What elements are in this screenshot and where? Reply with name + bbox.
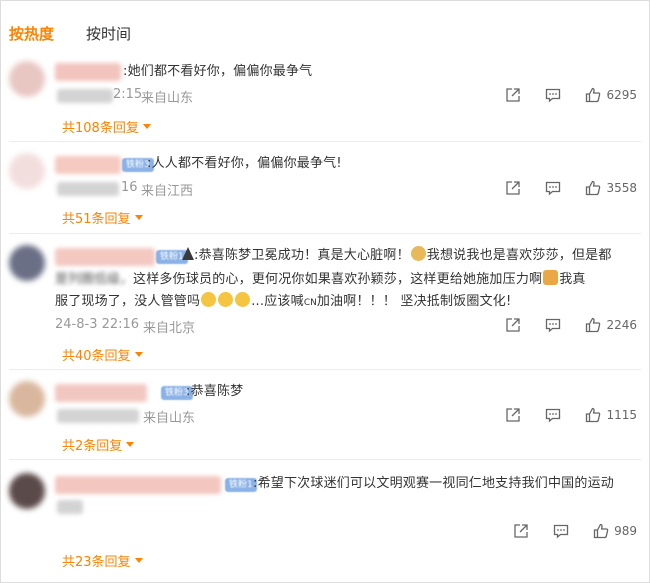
like-button[interactable]: 989 bbox=[593, 523, 637, 539]
share-icon bbox=[514, 524, 528, 538]
like-count: 2246 bbox=[606, 318, 637, 332]
like-button[interactable]: 6295 bbox=[585, 87, 637, 103]
timestamp-blurred bbox=[57, 182, 119, 196]
expand-replies-button[interactable]: 共40条回复 bbox=[62, 345, 143, 364]
username[interactable] bbox=[55, 156, 121, 174]
share-button[interactable] bbox=[505, 87, 521, 103]
thumbs-up-icon bbox=[586, 180, 601, 196]
timestamp-blurred bbox=[57, 89, 113, 103]
share-icon bbox=[506, 181, 521, 195]
location: 来自江西 bbox=[141, 184, 194, 199]
expand-replies-button[interactable]: 共2条回复 bbox=[62, 435, 135, 454]
comment-button[interactable] bbox=[545, 180, 561, 196]
divider bbox=[9, 459, 641, 460]
thumbs-up-icon bbox=[586, 317, 601, 333]
avatar[interactable] bbox=[9, 381, 45, 417]
timestamp: 2:15 bbox=[113, 87, 143, 102]
thumbs-up-icon bbox=[593, 523, 609, 539]
pray-emoji bbox=[410, 246, 426, 261]
comment-icon bbox=[546, 88, 561, 103]
comment-text: :恭喜陈梦卫冕成功！真是大心脏啊！ 我想说我也是喜欢莎莎，但是都 bbox=[182, 245, 642, 267]
avatar[interactable] bbox=[9, 153, 45, 189]
share-icon bbox=[506, 318, 521, 332]
location: 来自北京 bbox=[143, 321, 196, 336]
comment-text: :恭喜陈梦 bbox=[186, 384, 244, 399]
crying-emoji bbox=[218, 292, 234, 307]
location: 来自山东 bbox=[143, 411, 196, 426]
like-count: 6295 bbox=[606, 88, 637, 102]
expand-replies-button[interactable]: 共108条回复 bbox=[62, 117, 151, 136]
divider bbox=[9, 369, 641, 370]
like-button[interactable]: 1115 bbox=[585, 407, 637, 423]
expand-replies-button[interactable]: 共51条回复 bbox=[62, 208, 143, 227]
share-button[interactable] bbox=[505, 407, 521, 423]
caret-down-icon bbox=[126, 442, 135, 447]
share-button[interactable] bbox=[505, 180, 521, 196]
comment-actions: 2246 bbox=[481, 317, 637, 333]
comment-icon bbox=[546, 181, 561, 196]
like-button[interactable]: 3558 bbox=[585, 180, 637, 196]
caret-down-icon bbox=[142, 124, 151, 129]
username[interactable] bbox=[55, 63, 121, 81]
avatar[interactable] bbox=[9, 61, 45, 97]
comment-text: :希望下次球迷们可以文明观赛一视同仁地支持我们中国的运动 bbox=[253, 476, 614, 491]
caret-down-icon bbox=[134, 352, 143, 357]
like-button[interactable]: 2246 bbox=[585, 317, 637, 333]
expand-replies-button[interactable]: 共23条回复 bbox=[62, 551, 143, 570]
divider bbox=[9, 233, 641, 234]
like-count: 989 bbox=[614, 524, 637, 538]
timestamp: 24-8-3 22:16 bbox=[55, 317, 140, 332]
caret-down-icon bbox=[134, 558, 143, 563]
share-icon bbox=[506, 408, 521, 422]
divider bbox=[9, 141, 641, 142]
comment-actions: 6295 bbox=[481, 87, 637, 103]
comment-icon bbox=[546, 318, 561, 333]
timestamp-blurred bbox=[57, 409, 139, 423]
comment-button[interactable] bbox=[553, 523, 569, 539]
username[interactable] bbox=[55, 384, 147, 402]
username[interactable] bbox=[55, 476, 221, 494]
like-count: 3558 bbox=[606, 181, 637, 195]
cn-tag: CN bbox=[303, 298, 317, 308]
comment-text-line3: 服了现场了，没人管管吗 ...应该喊CN加油啊！！！ 坚决抵制饭圈文化! bbox=[55, 292, 512, 309]
share-button[interactable] bbox=[505, 317, 521, 333]
comment-icon bbox=[553, 524, 569, 539]
comment-actions: 1115 bbox=[481, 407, 637, 423]
comment-text: :人人都不看好你，偏偏你最争气! bbox=[147, 156, 342, 171]
comment-button[interactable] bbox=[545, 87, 561, 103]
location: 来自山东 bbox=[141, 91, 194, 106]
caret-down-icon bbox=[134, 215, 143, 220]
like-count: 1115 bbox=[606, 408, 637, 422]
crying-emoji bbox=[235, 292, 251, 307]
comment-actions: 3558 bbox=[481, 180, 637, 196]
comment-button[interactable] bbox=[545, 317, 561, 333]
text-blurred bbox=[57, 500, 83, 514]
crying-emoji bbox=[201, 292, 217, 307]
avatar[interactable] bbox=[9, 245, 45, 281]
avatar[interactable] bbox=[9, 473, 45, 509]
share-icon bbox=[506, 88, 521, 102]
comment-text: :她们都不看好你，偏偏你最争气 bbox=[123, 64, 313, 79]
share-button[interactable] bbox=[513, 523, 529, 539]
person-emoji bbox=[543, 270, 559, 285]
thumbs-up-icon bbox=[586, 407, 601, 423]
comment-panel: 按热度 按时间 :她们都不看好你，偏偏你最争气 2:15 来自山东 6295 共… bbox=[0, 0, 650, 583]
thumbs-up-icon bbox=[586, 87, 601, 103]
comment-text-line2: 是列圈低级，这样多伤球员的心，更何况你如果喜欢孙颖莎，这样更给她施加压力啊 我真 bbox=[55, 270, 586, 287]
comment-actions: 989 bbox=[489, 523, 637, 539]
username[interactable] bbox=[55, 248, 155, 266]
blurred-text: 是列圈低级， bbox=[55, 272, 134, 287]
hat-emoji bbox=[182, 247, 194, 260]
comment-button[interactable] bbox=[545, 407, 561, 423]
sort-tabs: 按热度 按时间 bbox=[9, 23, 131, 53]
comment-icon bbox=[546, 408, 561, 423]
tab-by-time[interactable]: 按时间 bbox=[86, 23, 131, 53]
tab-by-popularity[interactable]: 按热度 bbox=[9, 23, 54, 53]
fan-badge: 铁粉1 bbox=[225, 478, 257, 492]
timestamp: 16 bbox=[121, 180, 138, 195]
